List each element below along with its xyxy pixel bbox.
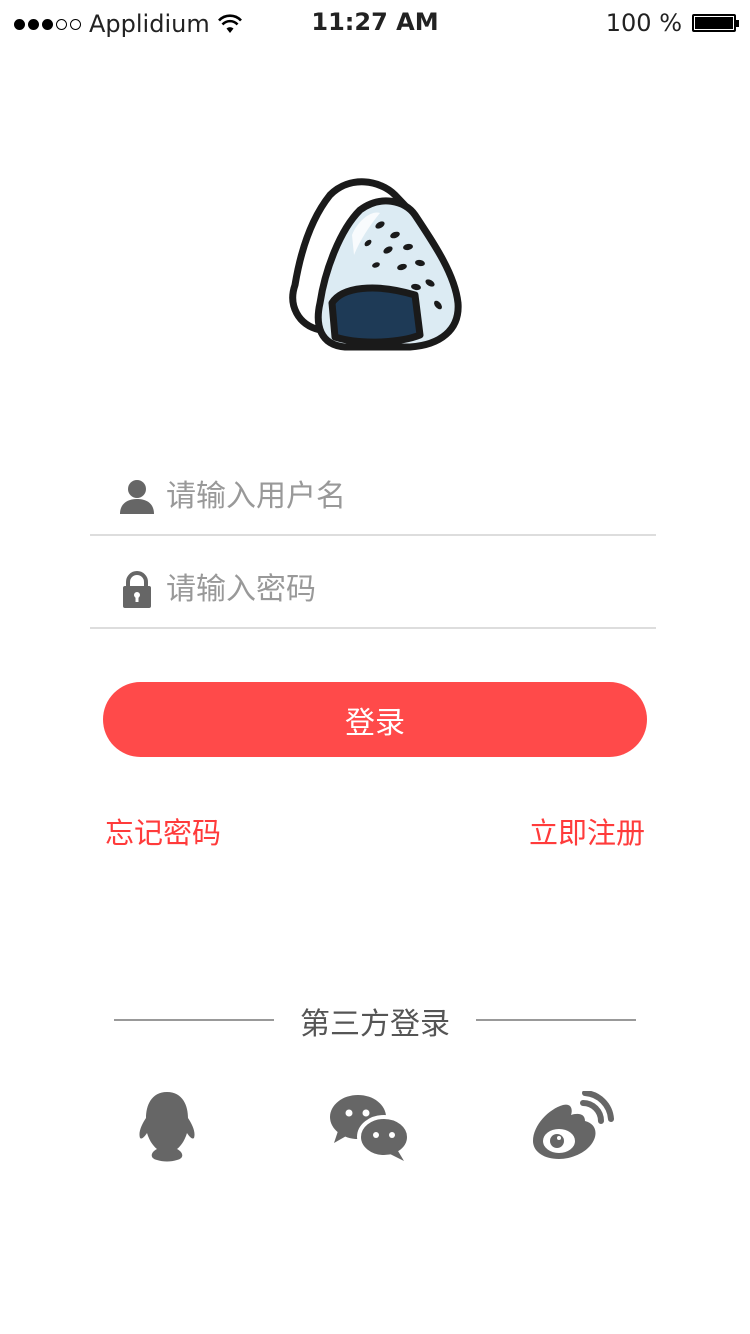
password-input[interactable]	[166, 563, 636, 615]
onigiri-logo	[289, 178, 462, 351]
login-button[interactable]: 登录	[103, 682, 647, 757]
password-field	[90, 541, 656, 629]
username-input[interactable]	[166, 470, 636, 522]
qq-login-button[interactable]	[122, 1082, 212, 1172]
forgot-password-link[interactable]: 忘记密码	[105, 810, 221, 852]
username-field	[90, 448, 656, 536]
person-icon	[120, 480, 154, 514]
wechat-icon	[330, 1095, 411, 1161]
divider-line-right	[476, 1019, 636, 1021]
battery-icon	[692, 14, 739, 32]
wechat-login-button[interactable]	[325, 1082, 415, 1172]
lock-icon	[123, 571, 151, 608]
battery-percentage: 100 %	[605, 9, 682, 37]
weibo-login-button[interactable]	[526, 1082, 616, 1172]
qq-icon	[139, 1092, 195, 1162]
weibo-icon	[533, 1091, 614, 1159]
register-link[interactable]: 立即注册	[529, 810, 645, 852]
third-party-title: 第三方登录	[300, 1007, 450, 1042]
status-bar: Applidium 11:27 AM 100 %	[0, 0, 750, 48]
status-right: 100 %	[605, 9, 739, 37]
